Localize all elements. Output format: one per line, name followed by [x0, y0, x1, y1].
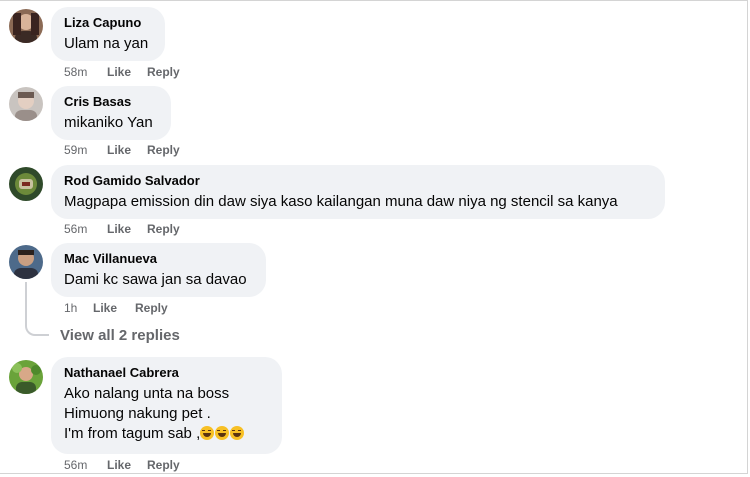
- comment-text: Ulam na yan: [64, 35, 149, 52]
- comment-actions: 58m Like Reply: [64, 65, 180, 79]
- avatar[interactable]: [9, 87, 43, 121]
- comment-timestamp[interactable]: 56m: [64, 222, 107, 236]
- laughing-tears-emoji-icon: [200, 426, 215, 440]
- avatar[interactable]: [9, 245, 43, 279]
- comment-text: Himuong nakung pet .: [64, 405, 211, 422]
- reply-button[interactable]: Reply: [147, 222, 180, 236]
- comment-text: Ako nalang unta na boss: [64, 385, 230, 402]
- laughing-tears-emoji-icon: [215, 426, 230, 440]
- comment-author[interactable]: Mac Villanueva: [64, 251, 253, 267]
- reply-button[interactable]: Reply: [147, 458, 180, 472]
- comment-timestamp[interactable]: 59m: [64, 143, 107, 157]
- comment-bubble: Cris Basas mikaniko Yan: [51, 86, 171, 140]
- comment-timestamp[interactable]: 58m: [64, 65, 107, 79]
- comment-text: Dami kc sawa jan sa davao: [64, 271, 247, 288]
- comment-bubble: Mac Villanueva Dami kc sawa jan sa davao: [51, 243, 266, 297]
- comment-author[interactable]: Nathanael Cabrera: [64, 365, 269, 381]
- like-button[interactable]: Like: [107, 458, 147, 472]
- comment-author[interactable]: Rod Gamido Salvador: [64, 173, 652, 189]
- like-button[interactable]: Like: [107, 222, 147, 236]
- comment-author[interactable]: Cris Basas: [64, 94, 158, 110]
- avatar[interactable]: [9, 167, 43, 201]
- comment-actions: 56m Like Reply: [64, 222, 180, 236]
- reply-button[interactable]: Reply: [147, 143, 180, 157]
- comment-author[interactable]: Liza Capuno: [64, 15, 152, 31]
- comment-timestamp[interactable]: 1h: [64, 301, 93, 315]
- comment-bubble: Nathanael Cabrera Ako nalang unta na bos…: [51, 357, 282, 454]
- comment-text-line: I'm from tagum sab ,: [64, 424, 269, 444]
- avatar[interactable]: [9, 360, 43, 394]
- comment-actions: 1h Like Reply: [64, 301, 168, 315]
- comment-bubble: Liza Capuno Ulam na yan: [51, 7, 165, 61]
- laughing-tears-emoji-icon: [230, 426, 245, 440]
- comment-bubble: Rod Gamido Salvador Magpapa emission din…: [51, 165, 665, 219]
- like-button[interactable]: Like: [107, 65, 147, 79]
- reply-thread-line: [25, 282, 49, 336]
- comment-text: Magpapa emission din daw siya kaso kaila…: [64, 193, 618, 210]
- view-replies-link[interactable]: View all 2 replies: [60, 327, 180, 344]
- reply-button[interactable]: Reply: [135, 301, 168, 315]
- avatar[interactable]: [9, 9, 43, 43]
- reply-button[interactable]: Reply: [147, 65, 180, 79]
- comment-actions: 56m Like Reply: [64, 458, 180, 472]
- like-button[interactable]: Like: [93, 301, 135, 315]
- comment-text: I'm from tagum sab ,: [64, 425, 201, 442]
- like-button[interactable]: Like: [107, 143, 147, 157]
- comment-timestamp[interactable]: 56m: [64, 458, 107, 472]
- comment-text: mikaniko Yan: [64, 114, 153, 131]
- comment-actions: 59m Like Reply: [64, 143, 180, 157]
